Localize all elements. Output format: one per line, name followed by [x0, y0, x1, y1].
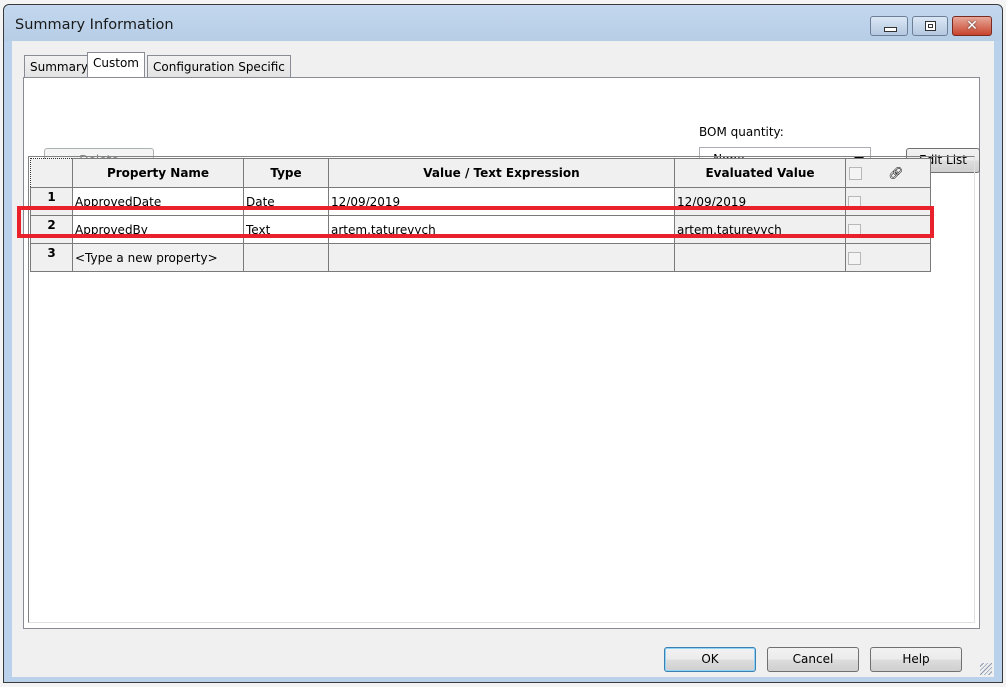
table-row[interactable]: 2 ApprovedBy Text artem.taturevych artem… — [30, 215, 931, 244]
bom-quantity-label: BOM quantity: — [699, 125, 784, 139]
maximize-icon — [925, 21, 936, 31]
type-cell[interactable]: Text — [243, 215, 329, 244]
properties-table: Property Name Type Value / Text Expressi… — [30, 158, 931, 272]
tab-configuration-specific[interactable]: Configuration Specific — [147, 55, 291, 77]
column-header-link: 🔗︎ — [845, 158, 931, 188]
minimize-button[interactable] — [870, 16, 908, 36]
type-cell[interactable] — [243, 243, 329, 272]
properties-grid: Property Name Type Value / Text Expressi… — [28, 156, 975, 623]
evaluated-value-cell: 12/09/2019 — [674, 187, 846, 216]
row-number[interactable]: 1 — [30, 187, 73, 216]
summary-information-dialog: Summary Information ✕ Summary Custom Con… — [3, 4, 1003, 683]
column-header-value[interactable]: Value / Text Expression — [328, 158, 675, 188]
link-cell — [845, 215, 931, 244]
close-button[interactable]: ✕ — [952, 16, 992, 36]
new-property-cell[interactable]: <Type a new property> — [72, 243, 244, 272]
tab-custom[interactable]: Custom — [87, 52, 145, 77]
row-number[interactable]: 3 — [30, 243, 73, 272]
row-number[interactable]: 2 — [30, 215, 73, 244]
link-cell — [845, 187, 931, 216]
resize-grip[interactable] — [980, 663, 992, 675]
link-all-checkbox[interactable] — [849, 167, 862, 180]
dialog-title: Summary Information — [15, 17, 174, 33]
link-checkbox[interactable] — [848, 251, 861, 265]
custom-tab-panel: Delete BOM quantity: - None - Edit List … — [23, 77, 980, 629]
link-checkbox[interactable] — [848, 223, 861, 237]
property-name-cell[interactable]: ApprovedDate — [72, 187, 244, 216]
dialog-client-area: Summary Custom Configuration Specific De… — [12, 41, 994, 677]
property-name-cell[interactable]: ApprovedBy — [72, 215, 244, 244]
table-row[interactable]: 1 ApprovedDate Date 12/09/2019 12/09/201… — [30, 187, 931, 216]
link-icon: 🔗︎ — [888, 166, 904, 180]
type-cell[interactable]: Date — [243, 187, 329, 216]
column-header-property-name[interactable]: Property Name — [72, 158, 244, 188]
link-checkbox[interactable] — [848, 195, 861, 209]
close-icon: ✕ — [966, 18, 978, 34]
ok-button[interactable]: OK — [664, 647, 756, 672]
column-header-evaluated-value[interactable]: Evaluated Value — [674, 158, 846, 188]
title-bar[interactable]: Summary Information ✕ — [4, 5, 1002, 41]
tab-summary[interactable]: Summary — [24, 55, 94, 77]
cancel-button[interactable]: Cancel — [767, 647, 859, 672]
evaluated-value-cell — [674, 243, 846, 272]
maximize-button[interactable] — [912, 16, 948, 36]
value-cell[interactable] — [328, 243, 675, 272]
column-header-type[interactable]: Type — [243, 158, 329, 188]
link-cell — [845, 243, 931, 272]
grid-header-row: Property Name Type Value / Text Expressi… — [30, 158, 931, 188]
evaluated-value-cell: artem.taturevych — [674, 215, 846, 244]
table-row[interactable]: 3 <Type a new property> — [30, 243, 931, 272]
value-cell[interactable]: artem.taturevych — [328, 215, 675, 244]
select-all-corner[interactable] — [30, 158, 73, 188]
value-cell[interactable]: 12/09/2019 — [328, 187, 675, 216]
help-button[interactable]: Help — [870, 647, 962, 672]
minimize-icon — [884, 27, 897, 32]
